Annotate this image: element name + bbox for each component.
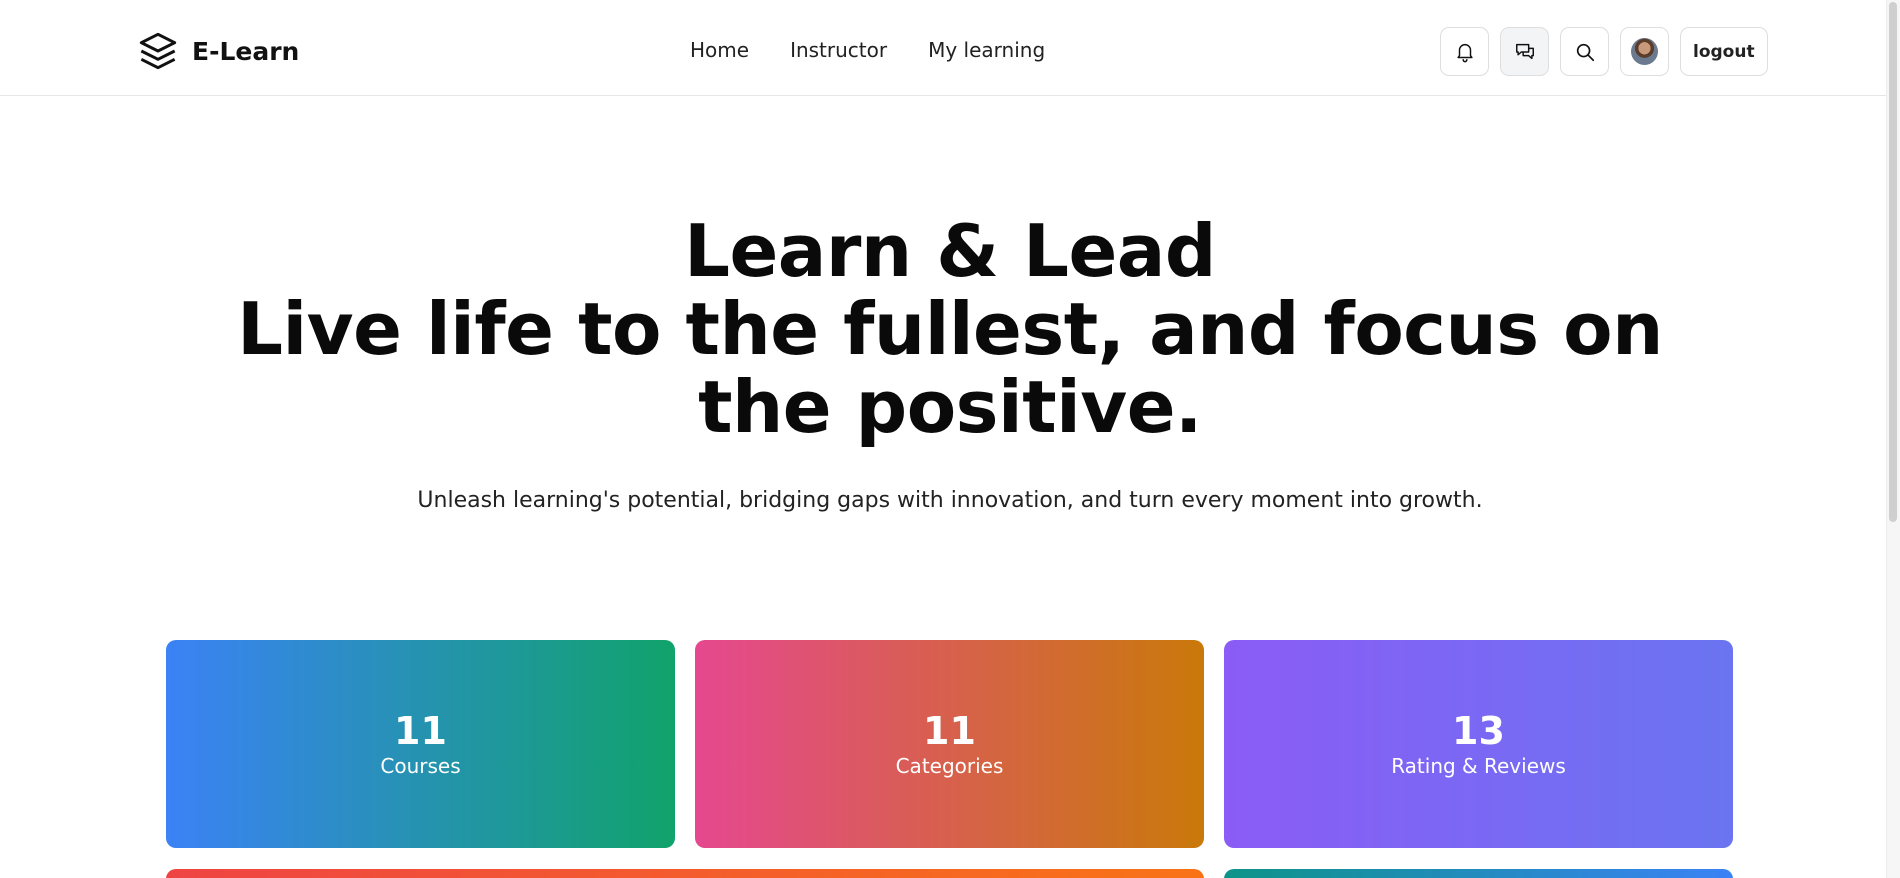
layers-logo-icon <box>139 32 177 70</box>
profile-avatar-button[interactable] <box>1620 27 1669 76</box>
stat-value: 11 <box>923 709 976 753</box>
chat-icon <box>1515 43 1534 59</box>
hero-title-line2: Live life to the fullest, and focus on t… <box>237 287 1663 449</box>
search-icon <box>1576 43 1594 61</box>
hero-title-line1: Learn & Lead <box>684 209 1216 293</box>
nav-home[interactable]: Home <box>690 38 749 62</box>
main-nav: Home Instructor My learning <box>690 38 1045 62</box>
stat-label: Categories <box>895 754 1004 778</box>
stat-card-partial-left[interactable] <box>166 869 1204 878</box>
stat-value: 13 <box>1452 709 1505 753</box>
search-button[interactable] <box>1560 27 1609 76</box>
nav-my-learning[interactable]: My learning <box>928 38 1045 62</box>
bell-icon <box>1456 43 1473 62</box>
nav-instructor[interactable]: Instructor <box>790 38 887 62</box>
stat-label: Courses <box>380 754 461 778</box>
stat-card-partial-right[interactable] <box>1224 869 1733 878</box>
notifications-button[interactable] <box>1440 27 1489 76</box>
stat-value: 11 <box>394 709 447 753</box>
scrollbar-thumb[interactable] <box>1889 2 1897 522</box>
logout-button[interactable]: logout <box>1680 27 1768 76</box>
avatar <box>1631 38 1658 65</box>
stat-card-ratings[interactable]: 13 Rating & Reviews <box>1224 640 1733 848</box>
messages-button[interactable] <box>1500 27 1549 76</box>
hero: Learn & Lead Live life to the fullest, a… <box>0 212 1900 446</box>
brand-name: E-Learn <box>192 36 300 66</box>
header-actions: logout <box>1440 27 1768 76</box>
hero-subtitle: Unleash learning's potential, bridging g… <box>417 488 1483 513</box>
stat-label: Rating & Reviews <box>1391 754 1566 778</box>
top-navbar: E-Learn Home Instructor My learning logo… <box>0 0 1900 96</box>
stat-card-courses[interactable]: 11 Courses <box>166 640 675 848</box>
stat-card-categories[interactable]: 11 Categories <box>695 640 1204 848</box>
brand[interactable]: E-Learn <box>138 30 299 72</box>
page: E-Learn Home Instructor My learning logo… <box>0 0 1900 878</box>
